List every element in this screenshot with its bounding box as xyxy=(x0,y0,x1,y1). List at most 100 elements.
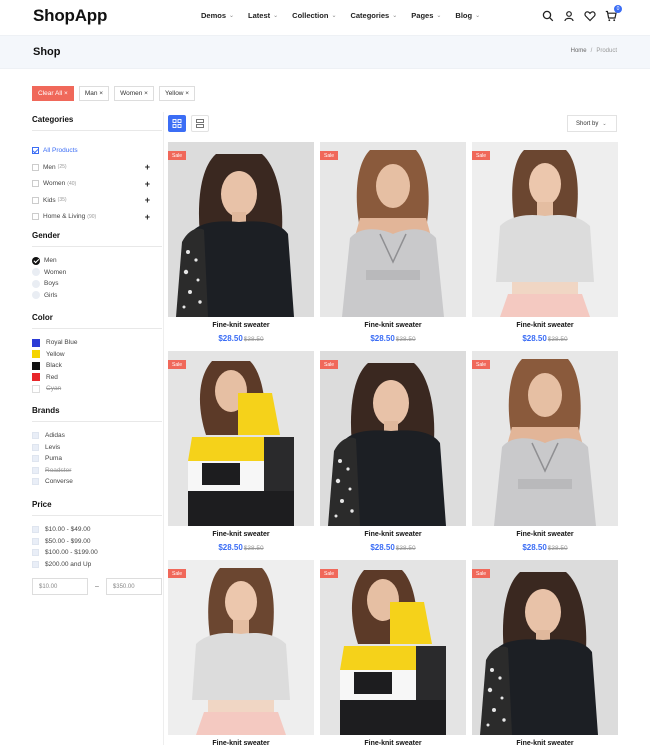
max-price-input[interactable]: $350.00 xyxy=(105,578,162,595)
sort-by-dropdown[interactable]: Short by ⌄ xyxy=(567,115,617,132)
nav-demos[interactable]: Demos ⌄ xyxy=(201,11,234,20)
product-card[interactable]: Sale Fine-knit sweater $28.50$38.50 xyxy=(472,351,618,552)
checkbox[interactable] xyxy=(32,163,39,171)
brand-puma[interactable]: Puma xyxy=(32,453,162,465)
filter-tag-man[interactable]: Man × xyxy=(78,86,110,101)
product-card[interactable]: Sale Fine-knit sweater $28.50$38.50 xyxy=(472,560,618,745)
product-name[interactable]: Fine-knit sweater xyxy=(168,531,314,538)
brand-levis[interactable]: Levis xyxy=(32,442,162,454)
checkbox[interactable] xyxy=(32,213,39,221)
price-range-1[interactable]: $10.00 - $49.00 xyxy=(32,524,162,536)
breadcrumb-home[interactable]: Home xyxy=(571,48,587,54)
gender-boys[interactable]: Boys xyxy=(32,278,162,290)
expand-plus-icon[interactable]: + xyxy=(145,162,150,172)
product-name[interactable]: Fine-knit sweater xyxy=(472,322,618,329)
product-card[interactable]: Sale Fine-knit sweater $28.50$38.50 xyxy=(168,142,314,343)
product-image[interactable]: Sale xyxy=(168,142,314,317)
expand-plus-icon[interactable]: + xyxy=(145,179,150,189)
nav-pages[interactable]: Pages ⌄ xyxy=(411,11,441,20)
category-men[interactable]: Men (25) + xyxy=(32,162,162,174)
product-image[interactable]: Sale xyxy=(472,351,618,526)
product-name[interactable]: Fine-knit sweater xyxy=(320,740,466,745)
color-red[interactable]: Red xyxy=(32,372,162,384)
product-name[interactable]: Fine-knit sweater xyxy=(168,740,314,745)
product-name[interactable]: Fine-knit sweater xyxy=(472,740,618,745)
checkbox[interactable] xyxy=(32,147,39,155)
nav-collection[interactable]: Collection ⌄ xyxy=(292,11,336,20)
product-card[interactable]: Sale Fine-knit sweater $28.50$38.50 xyxy=(168,351,314,552)
color-black[interactable]: Black xyxy=(32,360,162,372)
price-range-2[interactable]: $50.00 - $99.00 xyxy=(32,536,162,548)
breadcrumb-separator: / xyxy=(590,48,593,54)
heart-icon[interactable] xyxy=(584,9,596,22)
nav-blog[interactable]: Blog ⌄ xyxy=(455,11,480,20)
filter-tag-women[interactable]: Women × xyxy=(114,86,154,101)
checkbox[interactable] xyxy=(32,455,39,463)
cart-icon[interactable]: 0 xyxy=(605,5,622,22)
color-swatch[interactable] xyxy=(32,361,40,370)
product-image[interactable]: Sale xyxy=(168,560,314,735)
checkbox[interactable] xyxy=(32,560,39,568)
color-swatch[interactable] xyxy=(32,338,40,347)
product-card[interactable]: Sale Fine-knit sweater $28.50$38.50 xyxy=(320,142,466,343)
product-name[interactable]: Fine-knit sweater xyxy=(320,322,466,329)
nav-categories[interactable]: Categories ⌄ xyxy=(350,11,397,20)
product-card[interactable]: Sale Fine-knit sweater $28.50$38.50 xyxy=(320,560,466,745)
product-image[interactable]: Sale xyxy=(168,351,314,526)
category-kids[interactable]: Kids (35) + xyxy=(32,195,162,207)
color-swatch[interactable] xyxy=(32,350,40,359)
clear-all-button[interactable]: Clear All × xyxy=(32,86,74,101)
product-image[interactable]: Sale xyxy=(472,142,618,317)
price-range-4[interactable]: $200.00 and Up xyxy=(32,559,162,571)
checkbox[interactable] xyxy=(32,526,39,534)
checkbox[interactable] xyxy=(32,180,39,188)
min-price-input[interactable]: $10.00 xyxy=(32,578,88,595)
gender-men[interactable]: Men xyxy=(32,255,162,267)
radio-button[interactable] xyxy=(32,291,40,300)
list-view-button[interactable] xyxy=(191,115,209,132)
search-icon[interactable] xyxy=(542,9,554,22)
brand-adidas[interactable]: Adidas xyxy=(32,430,162,442)
sale-badge: Sale xyxy=(320,569,339,578)
nav-latest[interactable]: Latest ⌄ xyxy=(248,11,278,20)
product-name[interactable]: Fine-knit sweater xyxy=(472,531,618,538)
category-home-living[interactable]: Home & Living (90) + xyxy=(32,211,162,223)
gender-women[interactable]: Women xyxy=(32,267,162,279)
product-card[interactable]: Sale Fine-knit sweater $28.50$38.50 xyxy=(472,142,618,343)
checkbox[interactable] xyxy=(32,432,39,440)
filter-tag-yellow[interactable]: Yellow × xyxy=(158,86,196,101)
checkbox[interactable] xyxy=(32,443,39,451)
product-image[interactable]: Sale xyxy=(472,560,618,735)
category-women[interactable]: Women (40) + xyxy=(32,178,162,190)
product-image[interactable]: Sale xyxy=(320,142,466,317)
grid-view-button[interactable] xyxy=(168,115,186,132)
radio-button[interactable] xyxy=(32,256,40,265)
color-yellow[interactable]: Yellow xyxy=(32,349,162,361)
brands-title: Brands xyxy=(32,406,162,422)
radio-button[interactable] xyxy=(32,268,40,277)
color-swatch[interactable] xyxy=(32,373,40,382)
checkbox[interactable] xyxy=(32,478,39,486)
checkbox[interactable] xyxy=(32,196,39,204)
user-icon[interactable] xyxy=(563,9,575,22)
brand-converse[interactable]: Converse xyxy=(32,476,162,488)
product-name[interactable]: Fine-knit sweater xyxy=(320,531,466,538)
radio-button[interactable] xyxy=(32,279,40,288)
checkbox[interactable] xyxy=(32,537,39,545)
logo[interactable]: ShopApp xyxy=(33,6,107,26)
product-name[interactable]: Fine-knit sweater xyxy=(168,322,314,329)
expand-plus-icon[interactable]: + xyxy=(145,212,150,222)
category-all-products[interactable]: All Products xyxy=(32,145,162,157)
brand-label: Adidas xyxy=(45,432,65,440)
product-image[interactable]: Sale xyxy=(320,351,466,526)
expand-plus-icon[interactable]: + xyxy=(145,195,150,205)
breadcrumb: Home / Product xyxy=(571,48,617,54)
product-card[interactable]: Sale Fine-knit sweater $28.50$38.50 xyxy=(168,560,314,745)
price-range-3[interactable]: $100.00 - $199.00 xyxy=(32,547,162,559)
gender-girls[interactable]: Girls xyxy=(32,290,162,302)
product-image[interactable]: Sale xyxy=(320,560,466,735)
category-label: All Products xyxy=(43,147,78,155)
checkbox[interactable] xyxy=(32,549,39,557)
color-royal-blue[interactable]: Royal Blue xyxy=(32,337,162,349)
product-card[interactable]: Sale Fine-knit sweater $28.50$38.50 xyxy=(320,351,466,552)
